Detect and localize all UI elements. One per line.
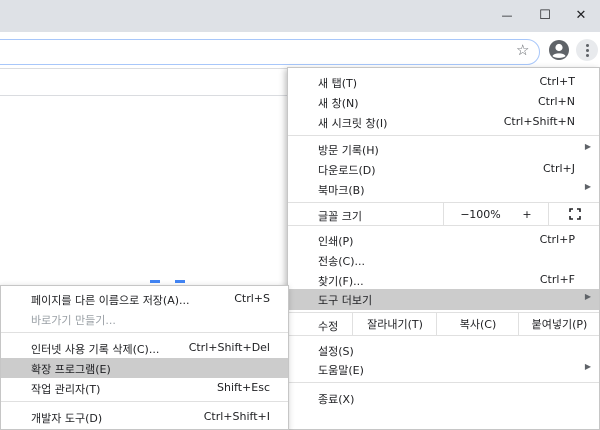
paste-label: 붙여넣기(P) [531,318,588,331]
submenu-item-task-manager[interactable]: 작업 관리자(T) Shift+Esc [1,378,288,398]
menu-item-label: 북마크(B) [318,184,365,197]
menu-item-label: 종료(X) [318,393,355,406]
submenu-arrow-icon: ▶ [584,182,591,191]
more-tools-submenu: 페이지를 다른 이름으로 저장(A)... Ctrl+S 바로가기 만들기...… [0,285,289,430]
menu-item-label: 새 창(N) [318,97,359,110]
copy-button[interactable]: 복사(C) [436,313,519,335]
menu-item-shortcut: Ctrl+J [542,162,575,175]
menu-separator [288,335,599,336]
edit-row: 수정 잘라내기(T) 복사(C) 붙여넣기(P) [288,313,599,335]
fullscreen-button[interactable] [548,203,600,225]
title-bar: — ☐ ✕ [0,0,600,32]
menu-item-shortcut: Ctrl+T [539,75,575,88]
menu-item-settings[interactable]: 설정(S) [288,340,599,360]
menu-item-label: 다운로드(D) [318,164,376,177]
zoom-in-button[interactable]: + [506,203,548,225]
menu-item-shortcut: Ctrl+Shift+Del [188,341,270,354]
submenu-item-save-page[interactable]: 페이지를 다른 이름으로 저장(A)... Ctrl+S [1,289,288,309]
page-background-mark [175,280,185,283]
copy-label: 복사(C) [459,318,497,331]
menu-item-label: 페이지를 다른 이름으로 저장(A)... [31,294,190,307]
menu-item-shortcut: Ctrl+S [234,292,270,305]
menu-item-shortcut: Ctrl+Shift+N [503,115,575,128]
menu-item-find[interactable]: 찾기(F)... Ctrl+F [288,270,599,290]
menu-item-label: 새 시크릿 창(I) [318,117,388,130]
menu-item-shortcut: Ctrl+N [537,95,575,108]
menu-item-downloads[interactable]: 다운로드(D) Ctrl+J [288,159,599,179]
paste-button[interactable]: 붙여넣기(P) [518,313,600,335]
menu-item-label: 새 탭(T) [318,77,358,90]
profile-avatar-icon[interactable] [548,39,570,61]
menu-item-label: 도움말(E) [318,364,364,377]
menu-item-more-tools[interactable]: 도구 더보기 ▶ [288,289,599,310]
menu-item-shortcut: Ctrl+P [539,233,575,246]
menu-item-exit[interactable]: 종료(X) [288,388,599,408]
menu-separator [288,382,599,383]
submenu-item-developer-tools[interactable]: 개발자 도구(D) Ctrl+Shift+I [1,407,288,427]
menu-item-shortcut: Shift+Esc [217,381,270,394]
menu-kebab-icon[interactable] [576,39,598,61]
menu-item-label: 인쇄(P) [318,235,354,248]
menu-item-label: 전송(C)... [318,255,365,268]
page-divider [0,95,288,96]
menu-item-label: 인터넷 사용 기록 삭제(C)... [31,343,160,356]
edit-label: 수정 [318,320,339,333]
submenu-arrow-icon: ▶ [584,142,591,151]
menu-item-bookmarks[interactable]: 북마크(B) ▶ [288,179,599,199]
menu-item-cast[interactable]: 전송(C)... [288,250,599,270]
menu-item-label: 확장 프로그램(E) [31,363,111,376]
zoom-row: 글꼴 크기 − 100% + [288,203,599,225]
maximize-icon: ☐ [539,7,551,23]
menu-item-label: 도구 더보기 [318,294,373,307]
menu-item-label: 찾기(F)... [318,275,364,288]
bookmark-star-icon[interactable]: ☆ [516,41,529,59]
menu-item-new-window[interactable]: 새 창(N) Ctrl+N [288,92,599,112]
menu-item-new-incognito[interactable]: 새 시크릿 창(I) Ctrl+Shift+N [288,112,599,132]
address-bar[interactable] [0,39,540,65]
menu-item-history[interactable]: 방문 기록(H) ▶ [288,139,599,159]
zoom-value-text: 100% [469,207,501,221]
chrome-main-menu: 새 탭(T) Ctrl+T 새 창(N) Ctrl+N 새 시크릿 창(I) C… [287,67,600,430]
menu-item-print[interactable]: 인쇄(P) Ctrl+P [288,230,599,250]
plus-icon: + [522,207,532,221]
cut-button[interactable]: 잘라내기(T) [352,313,437,335]
menu-item-shortcut: Ctrl+F [539,273,575,286]
menu-separator [1,332,288,333]
menu-item-label: 바로가기 만들기... [31,314,116,327]
menu-item-label: 설정(S) [318,345,354,358]
menu-item-label: 작업 관리자(T) [31,383,101,396]
submenu-arrow-icon: ▶ [584,362,591,371]
menu-item-new-tab[interactable]: 새 탭(T) Ctrl+T [288,72,599,92]
menu-item-label: 개발자 도구(D) [31,412,103,425]
minus-icon: − [460,207,470,221]
submenu-item-extensions[interactable]: 확장 프로그램(E) [1,358,288,378]
menu-separator [1,401,288,402]
menu-separator [288,225,599,226]
submenu-arrow-icon: ▶ [584,292,591,301]
zoom-label: 글꼴 크기 [318,210,362,223]
menu-item-help[interactable]: 도움말(E) ▶ [288,359,599,379]
menu-item-label: 방문 기록(H) [318,144,379,157]
close-button[interactable]: ✕ [558,0,600,30]
submenu-item-clear-browsing-data[interactable]: 인터넷 사용 기록 삭제(C)... Ctrl+Shift+Del [1,338,288,358]
minimize-icon: — [501,8,513,22]
browser-toolbar: ☆ [0,32,600,69]
menu-item-shortcut: Ctrl+Shift+I [203,410,270,423]
close-icon: ✕ [575,7,587,23]
menu-separator [288,135,599,136]
submenu-item-create-shortcut[interactable]: 바로가기 만들기... [1,309,288,329]
page-background-mark [150,280,160,283]
cut-label: 잘라내기(T) [367,318,423,331]
fullscreen-icon [568,208,581,220]
